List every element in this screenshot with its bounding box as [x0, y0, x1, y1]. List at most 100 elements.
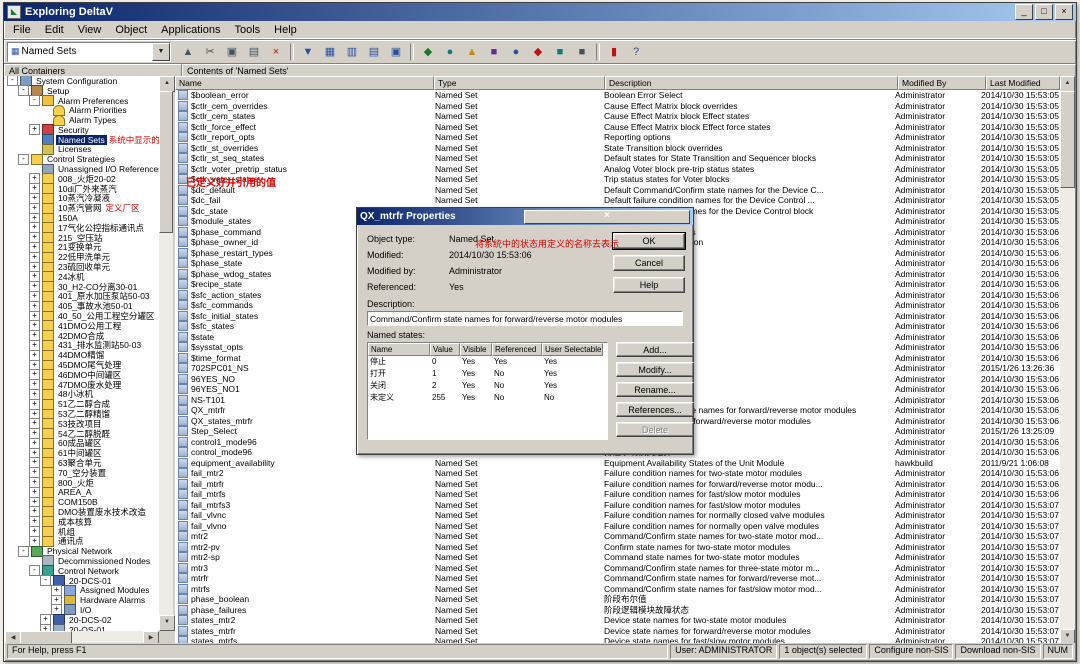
- chevron-down-icon[interactable]: ▼: [152, 43, 170, 61]
- tree-item[interactable]: + 20-DCS-02: [5, 615, 159, 625]
- toolbar-button[interactable]: [410, 43, 414, 61]
- dialog-side-button[interactable]: Rename...: [616, 382, 694, 397]
- column-header-last-modified[interactable]: Last Modified: [986, 76, 1060, 90]
- state-column-value[interactable]: Value: [430, 343, 460, 356]
- column-header-modified-by[interactable]: Modified By: [898, 76, 986, 90]
- table-row[interactable]: $boolean_error Named Set Boolean Error S…: [175, 90, 1060, 101]
- title-bar[interactable]: ◣ Exploring DeltaV _ □ ×: [4, 3, 1076, 21]
- dialog-button[interactable]: OK: [613, 233, 685, 249]
- dialog-button[interactable]: Help: [613, 277, 685, 293]
- column-header-type[interactable]: Type: [434, 76, 605, 90]
- toolbar-button[interactable]: ●: [440, 42, 460, 62]
- scroll-up-button[interactable]: ▲: [1060, 76, 1075, 92]
- toolbar-button[interactable]: ■: [484, 42, 504, 62]
- column-header-description[interactable]: Description: [605, 76, 898, 90]
- tree-item[interactable]: - Control Network: [5, 566, 159, 576]
- dialog-close-icon[interactable]: ×: [524, 210, 690, 224]
- toolbar-button[interactable]: [596, 43, 600, 61]
- table-row[interactable]: fail_mtrfr Named Set Failure condition n…: [175, 479, 1060, 490]
- tree-expander[interactable]: -: [7, 76, 18, 86]
- toolbar-button[interactable]: ▮: [604, 42, 624, 62]
- tree-item[interactable]: + I/O: [5, 605, 159, 615]
- scroll-down-button[interactable]: ▼: [159, 615, 175, 631]
- table-row[interactable]: fail_vlvno Named Set Failure condition n…: [175, 521, 1060, 532]
- table-row[interactable]: $ctlr_force_effect Named Set Cause Effec…: [175, 122, 1060, 133]
- toolbar-button[interactable]: ▤: [364, 42, 384, 62]
- tree-expander[interactable]: -: [18, 154, 29, 165]
- menu-item[interactable]: Applications: [154, 23, 227, 37]
- named-state-row[interactable]: 关闭 2 Yes No Yes: [368, 380, 607, 392]
- tree-vertical-scrollbar[interactable]: ▲ ▼: [159, 76, 173, 631]
- tree-item[interactable]: + Hardware Alarms: [5, 595, 159, 605]
- toolbar-button[interactable]: ▣: [386, 42, 406, 62]
- tree-expander[interactable]: -: [29, 95, 40, 106]
- close-button[interactable]: ×: [1055, 4, 1073, 20]
- list-vertical-scrollbar[interactable]: ▲ ▼: [1060, 76, 1075, 645]
- table-row[interactable]: $dc_default Named Set Default Command/Co…: [175, 185, 1060, 196]
- table-row[interactable]: $ctlr_cem_states Named Set Cause Effect …: [175, 111, 1060, 122]
- toolbar-button[interactable]: ●: [506, 42, 526, 62]
- toolbar-button[interactable]: ▼: [298, 42, 318, 62]
- table-row[interactable]: mtr2-sp Named Set Command state names fo…: [175, 552, 1060, 563]
- table-row[interactable]: fail_vlvnc Named Set Failure condition n…: [175, 510, 1060, 521]
- tree-item[interactable]: Alarm Priorities: [5, 105, 159, 115]
- table-row[interactable]: states_mtrfr Named Set Device state name…: [175, 626, 1060, 637]
- scroll-up-button[interactable]: ▲: [159, 76, 175, 92]
- named-state-row[interactable]: 未定义 255 Yes No No: [368, 392, 607, 404]
- menu-item[interactable]: View: [71, 23, 109, 37]
- menu-item[interactable]: Tools: [227, 23, 267, 37]
- toolbar-button[interactable]: ✂: [200, 42, 220, 62]
- menu-item[interactable]: Object: [108, 23, 154, 37]
- dialog-side-button[interactable]: Modify...: [616, 362, 694, 377]
- toolbar-button[interactable]: ×: [266, 42, 286, 62]
- dialog-side-button[interactable]: References...: [616, 402, 694, 417]
- table-row[interactable]: fail_mtr2 Named Set Failure condition na…: [175, 468, 1060, 479]
- dialog-side-button[interactable]: Add...: [616, 342, 694, 357]
- toolbar-button[interactable]: ?: [626, 42, 646, 62]
- dialog-title-bar[interactable]: QX_mtrfr Properties ×: [357, 208, 693, 225]
- table-row[interactable]: $dc_fail Named Set Default failure condi…: [175, 195, 1060, 206]
- table-row[interactable]: mtr2-pv Named Set Confirm state names fo…: [175, 542, 1060, 553]
- state-column-visible[interactable]: Visible: [460, 343, 492, 356]
- toolbar-button[interactable]: ▲: [178, 42, 198, 62]
- description-input[interactable]: [367, 311, 683, 326]
- state-column-user-selectable[interactable]: User Selectable: [542, 343, 603, 356]
- toolbar-button[interactable]: ▤: [244, 42, 264, 62]
- toolbar-button[interactable]: ▦: [320, 42, 340, 62]
- tree-expander[interactable]: -: [29, 565, 40, 576]
- table-row[interactable]: $ctlr_voter_status Named Set Trip status…: [175, 174, 1060, 185]
- table-row[interactable]: $ctlr_voter_pretrip_status Named Set Ana…: [175, 164, 1060, 175]
- toolbar-button[interactable]: ■: [550, 42, 570, 62]
- maximize-button[interactable]: □: [1035, 4, 1053, 20]
- table-row[interactable]: $ctlr_st_seq_states Named Set Default st…: [175, 153, 1060, 164]
- toolbar-button[interactable]: ■: [572, 42, 592, 62]
- menu-item[interactable]: File: [6, 23, 38, 37]
- table-row[interactable]: states_mtr2 Named Set Device state names…: [175, 615, 1060, 626]
- toolbar-button[interactable]: ▥: [342, 42, 362, 62]
- toolbar-button[interactable]: ▣: [222, 42, 242, 62]
- toolbar-button[interactable]: ◆: [528, 42, 548, 62]
- scrollbar-thumb[interactable]: [159, 91, 173, 233]
- tree-item[interactable]: + Assigned Modules: [5, 585, 159, 595]
- dialog-side-button[interactable]: Delete: [616, 422, 694, 437]
- tree-expander[interactable]: -: [40, 575, 51, 586]
- table-row[interactable]: mtrfr Named Set Command/Confirm state na…: [175, 573, 1060, 584]
- toolbar-button[interactable]: ▲: [462, 42, 482, 62]
- table-row[interactable]: phase_failures Named Set 阶段逻辑模块故障状态 Admi…: [175, 605, 1060, 616]
- dialog-button[interactable]: Cancel: [613, 255, 685, 271]
- tree-item[interactable]: - 20-DCS-01: [5, 576, 159, 586]
- table-row[interactable]: $ctlr_cem_overrides Named Set Cause Effe…: [175, 101, 1060, 112]
- named-state-row[interactable]: 停止 0 Yes Yes Yes: [368, 356, 607, 368]
- table-row[interactable]: phase_boolean Named Set 阶段布尔值 Administra…: [175, 594, 1060, 605]
- scrollbar-thumb[interactable]: [1060, 91, 1075, 188]
- tree-expander[interactable]: +: [40, 624, 51, 631]
- table-row[interactable]: $ctlr_st_overrides Named Set State Trans…: [175, 143, 1060, 154]
- table-row[interactable]: mtr2 Named Set Command/Confirm state nam…: [175, 531, 1060, 542]
- state-column-referenced[interactable]: Referenced: [492, 343, 542, 356]
- tree-expander[interactable]: -: [18, 85, 29, 96]
- menu-item[interactable]: Edit: [38, 23, 71, 37]
- toolbar-button[interactable]: ◆: [418, 42, 438, 62]
- table-row[interactable]: $ctlr_report_opts Named Set Reporting op…: [175, 132, 1060, 143]
- menu-item[interactable]: Help: [267, 23, 304, 37]
- tree-item[interactable]: - Alarm Preferences: [5, 96, 159, 106]
